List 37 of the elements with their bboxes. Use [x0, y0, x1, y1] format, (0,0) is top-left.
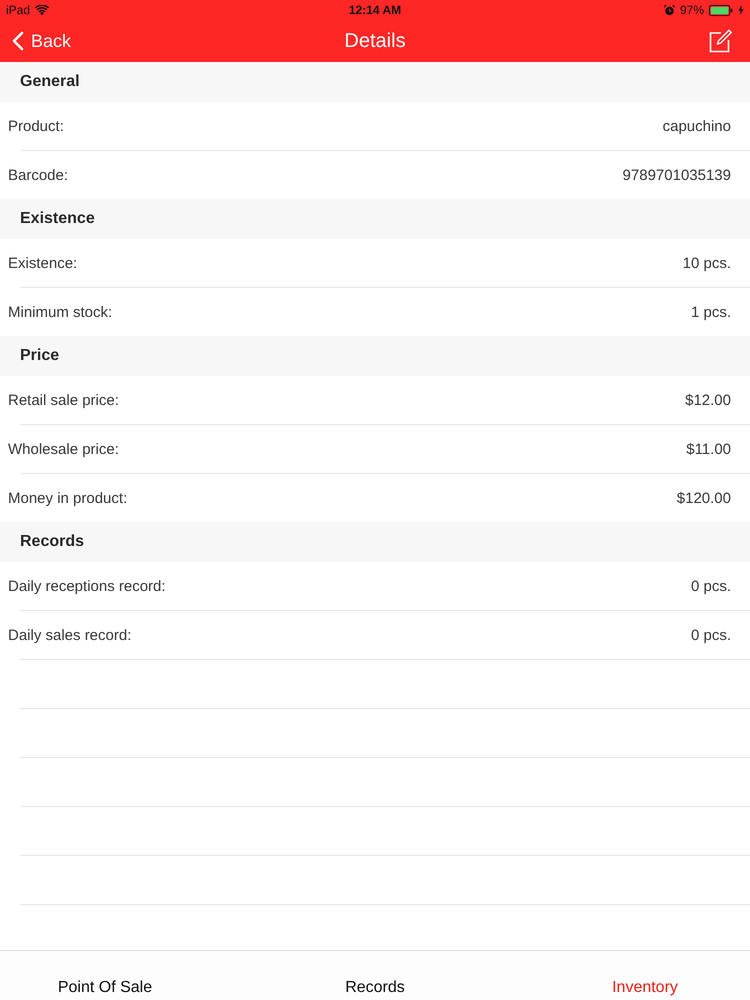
battery-icon	[709, 4, 733, 16]
battery-percent: 97%	[680, 3, 704, 17]
tab-bar-item[interactable]: Point Of Sale	[0, 974, 210, 1000]
row-value: 9789701035139	[622, 166, 731, 184]
status-time: 12:14 AM	[348, 3, 402, 17]
tab-bar-item[interactable]: Records	[270, 974, 480, 1000]
section-header: Existence	[0, 199, 750, 239]
device-name: iPad	[6, 3, 30, 17]
row-label: Minimum stock:	[8, 304, 112, 320]
row-value: 1 pcs.	[690, 304, 731, 320]
row-value: capuchino	[662, 118, 731, 134]
section-header: Records	[0, 522, 750, 562]
edit-button[interactable]	[708, 29, 732, 53]
wifi-icon	[35, 4, 50, 16]
row-value: 0 pcs.	[690, 578, 731, 594]
row-label: Daily receptions record:	[8, 578, 166, 594]
row-label: Wholesale price:	[8, 440, 119, 458]
row-label: Retail sale price:	[8, 392, 119, 408]
section-header: General	[0, 62, 750, 102]
screen-title: Details	[344, 30, 406, 52]
row-value: $11.00	[686, 440, 731, 458]
row-value: $120.00	[676, 490, 731, 506]
row-label: Daily sales record:	[8, 626, 132, 644]
row-label: Existence:	[8, 254, 78, 272]
charging-bolt-icon	[738, 5, 744, 15]
compose-icon	[708, 29, 732, 53]
section-header: Price	[0, 336, 750, 376]
back-button[interactable]: Back	[10, 28, 74, 54]
row-label: Product:	[8, 118, 64, 134]
row-value: 10 pcs.	[682, 254, 731, 272]
chevron-left-icon	[12, 31, 24, 51]
row-label: Barcode:	[8, 166, 68, 184]
alarm-clock-icon	[664, 4, 675, 16]
row-value: $12.00	[685, 392, 731, 408]
row-label: Money in product:	[8, 490, 128, 506]
tab-bar-item[interactable]: Inventory	[540, 974, 750, 1000]
row-value: 0 pcs.	[690, 626, 731, 644]
